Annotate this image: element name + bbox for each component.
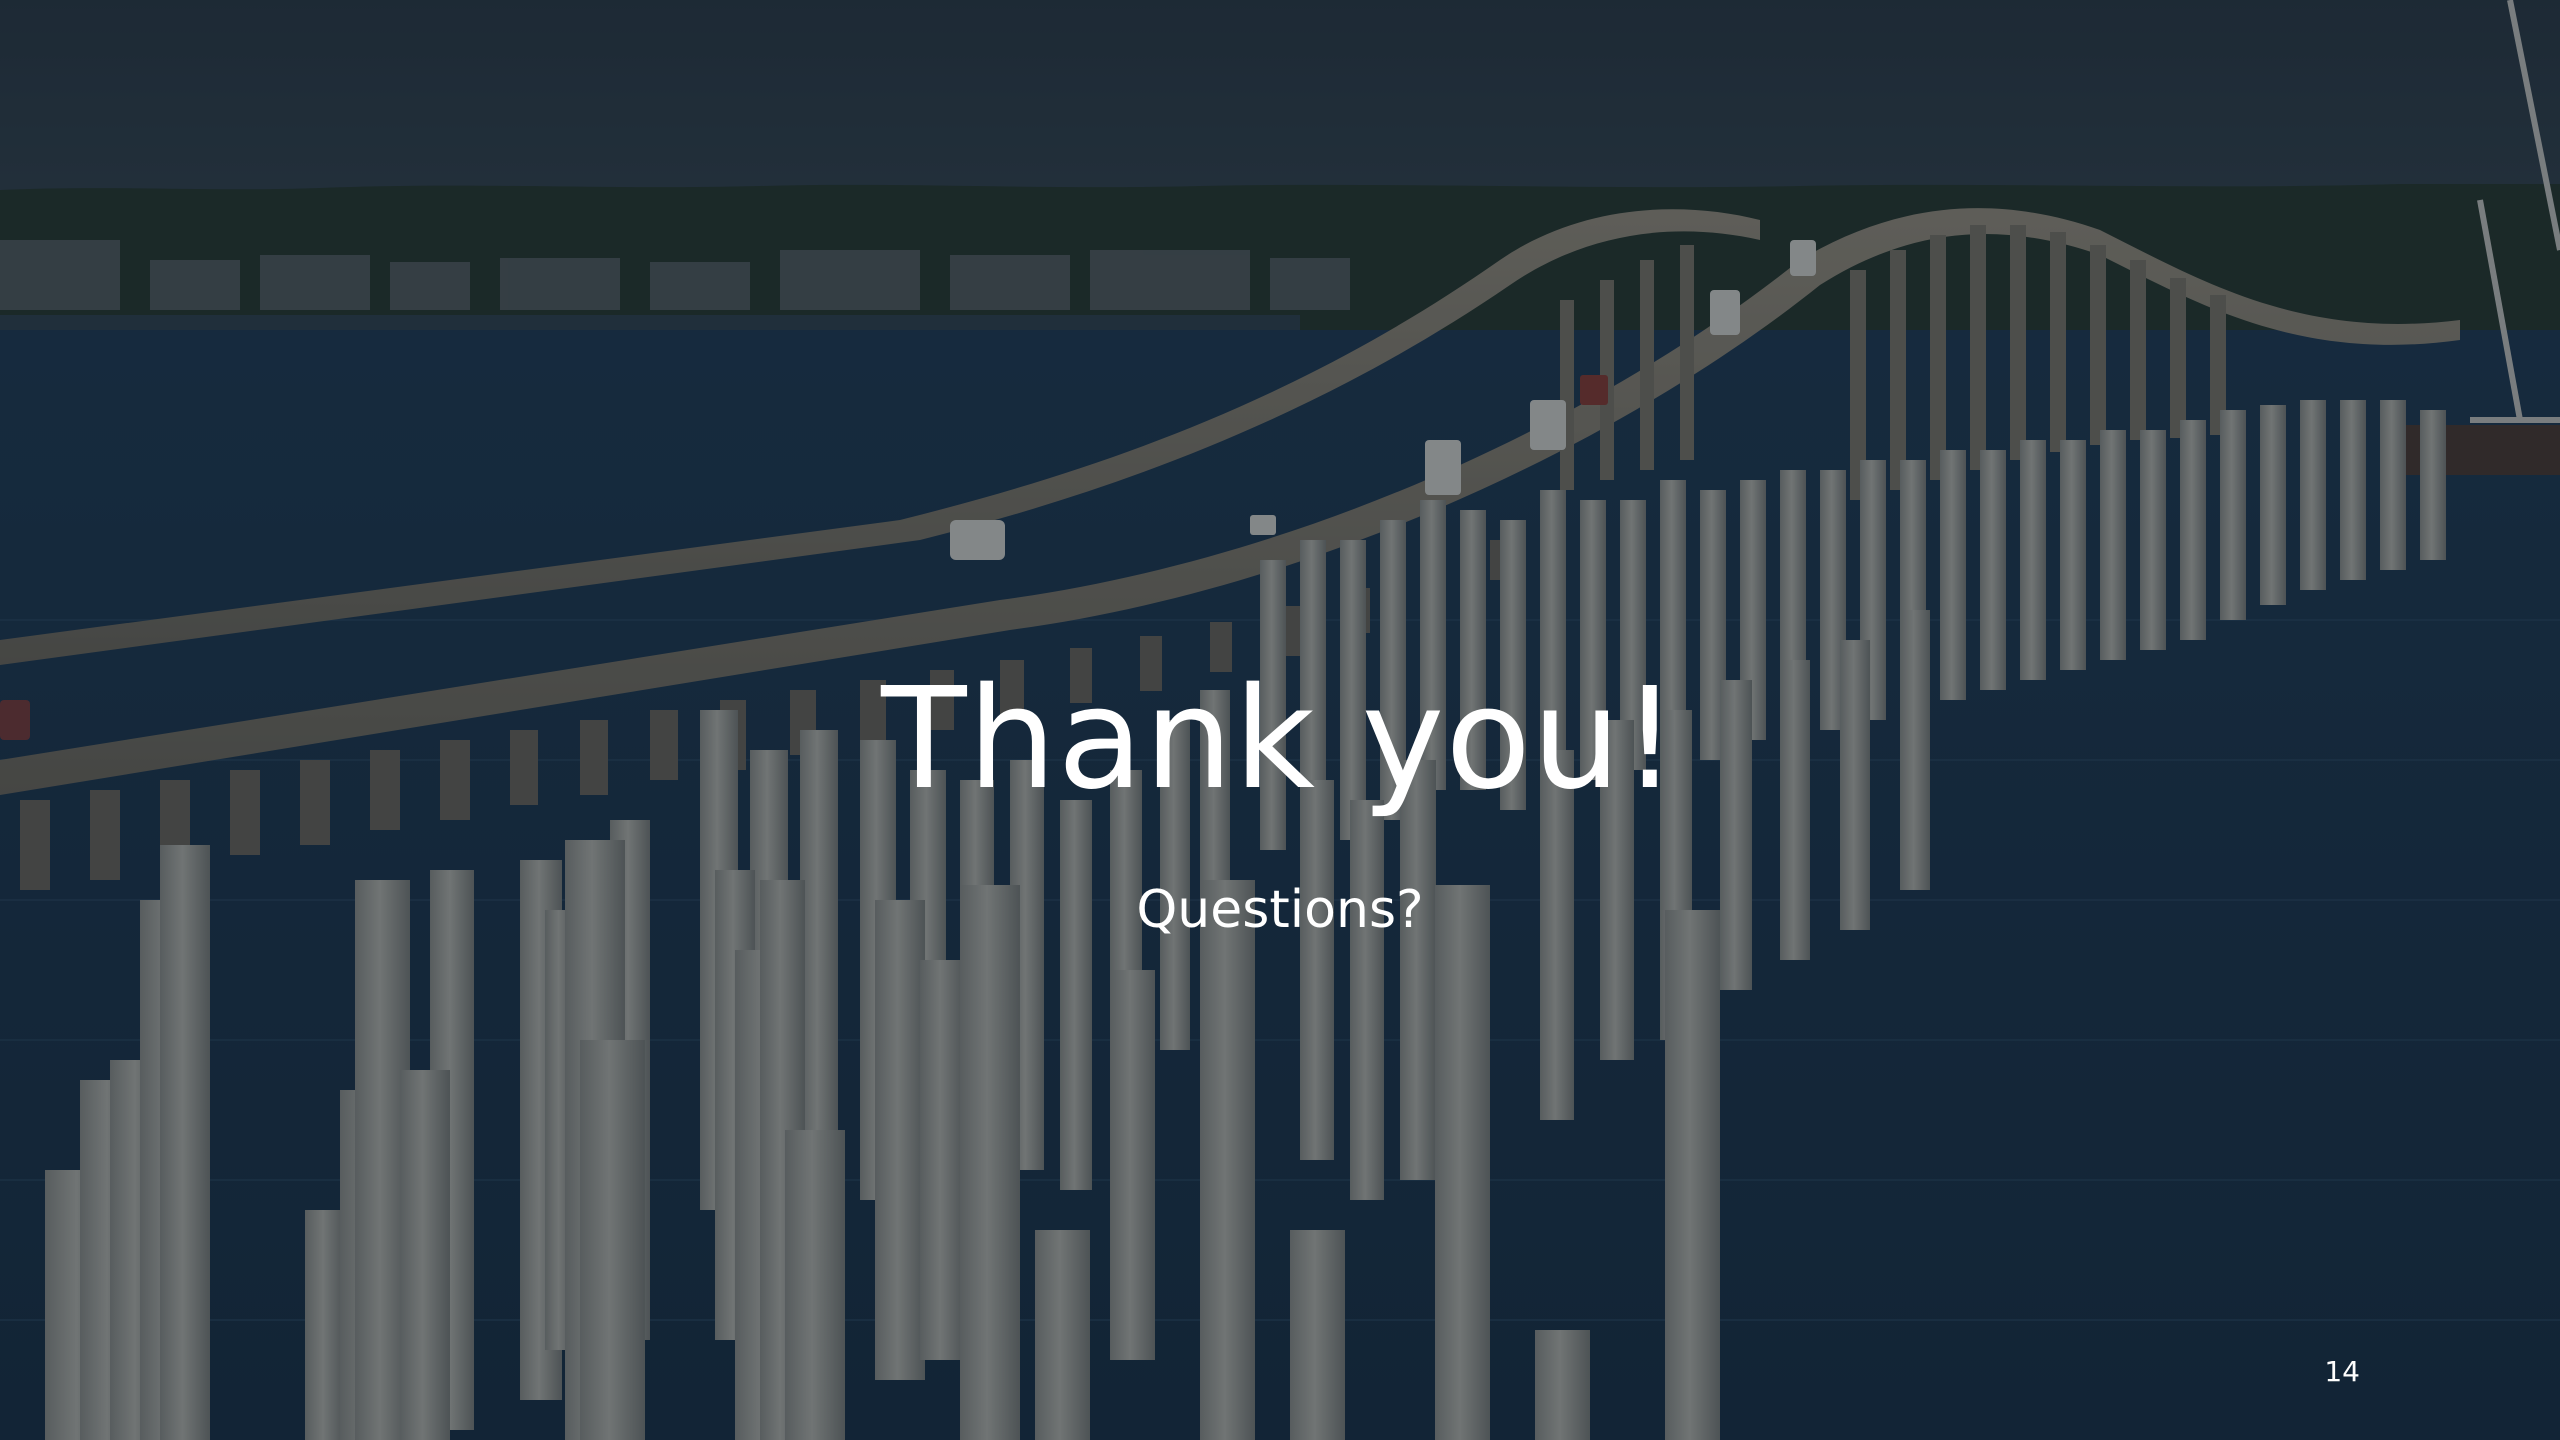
slide-subtitle: Questions? <box>1136 880 1424 940</box>
slide-title: Thank you! <box>881 658 1679 821</box>
slide: Thank you! Questions? 14 <box>0 0 2560 1440</box>
slide-number: 14 <box>2324 1355 2360 1388</box>
